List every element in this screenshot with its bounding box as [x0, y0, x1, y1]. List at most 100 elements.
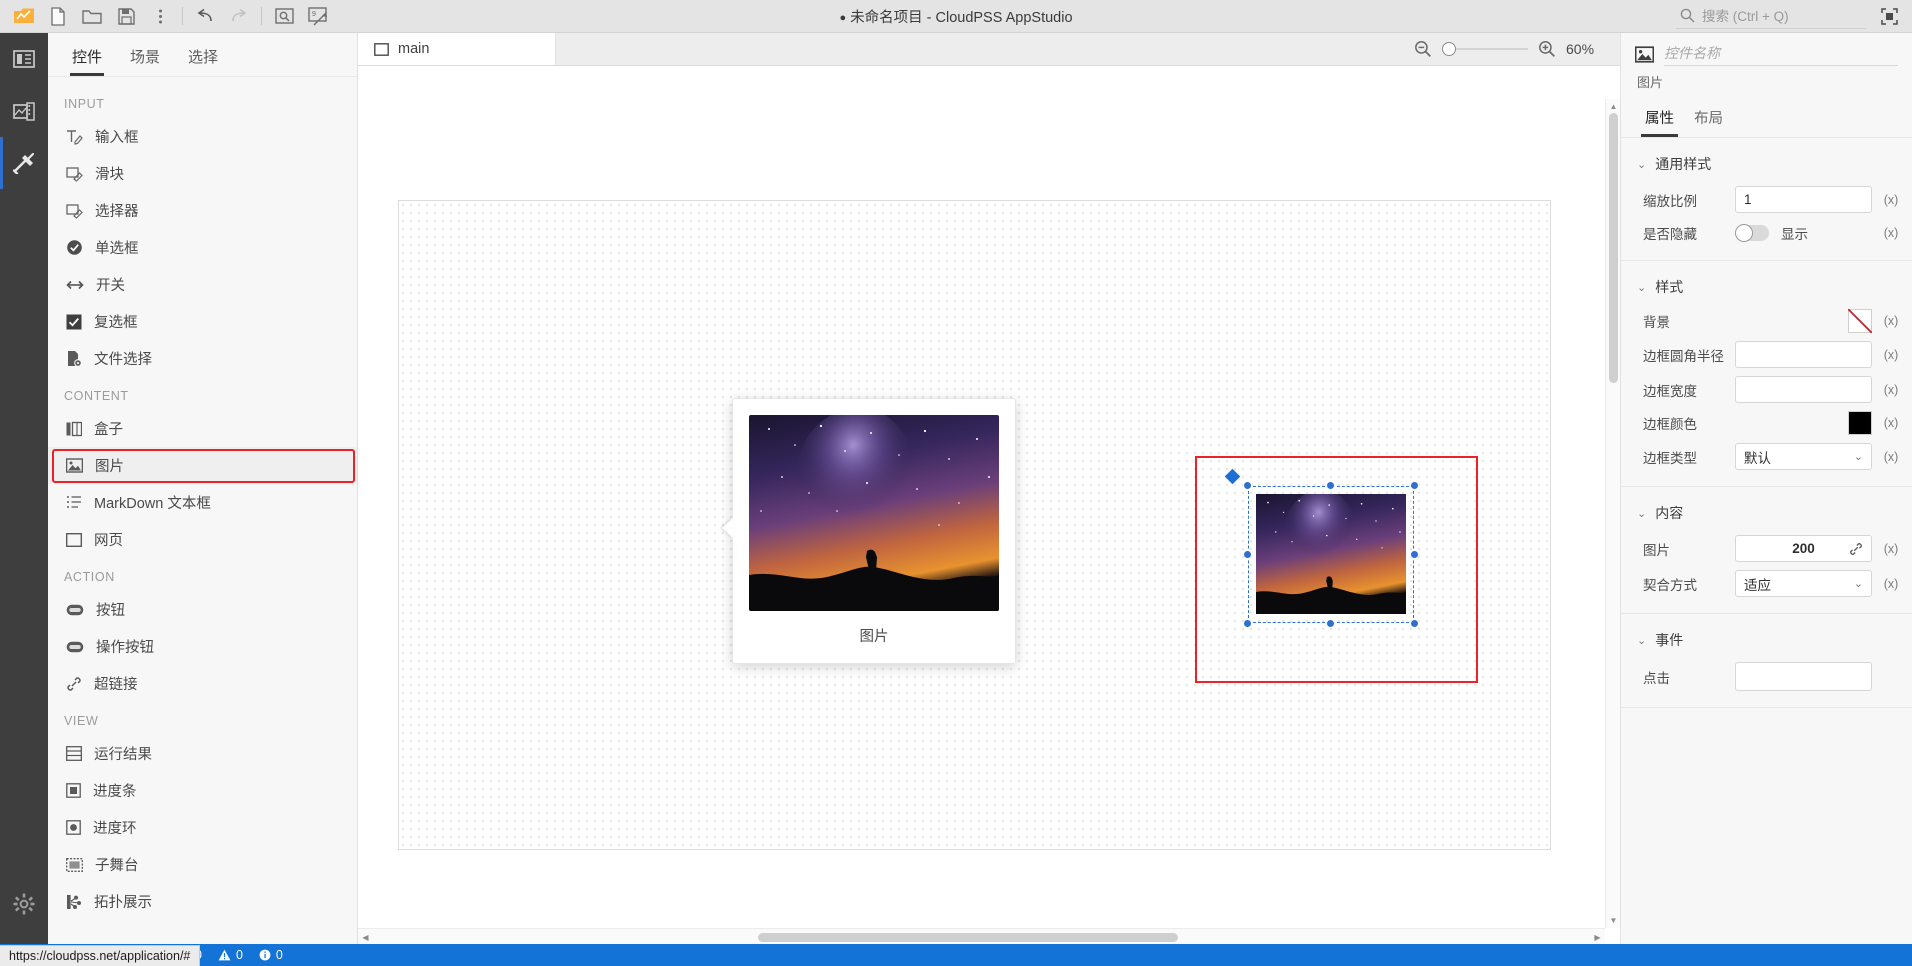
resize-handle-s[interactable] — [1326, 619, 1335, 628]
widget-item-result[interactable]: 运行结果 — [48, 735, 357, 772]
redo-icon[interactable] — [223, 2, 255, 30]
zoom-out-icon[interactable] — [1414, 40, 1432, 58]
global-search[interactable]: 搜索 (Ctrl + Q) — [1676, 3, 1866, 29]
widget-item-button[interactable]: 按钮 — [48, 591, 357, 628]
resize-handle-e[interactable] — [1410, 550, 1419, 559]
app-logo-icon[interactable] — [8, 2, 40, 30]
section-header-common-style[interactable]: ⌄ 通用样式 — [1621, 144, 1912, 182]
preview-icon[interactable] — [268, 2, 300, 30]
expression-toggle[interactable]: (x) — [1880, 193, 1902, 207]
open-folder-icon[interactable] — [76, 2, 108, 30]
visibility-toggle[interactable] — [1735, 223, 1769, 242]
resize-handle-ne[interactable] — [1410, 481, 1419, 490]
tab-widgets[interactable]: 控件 — [58, 46, 116, 76]
widget-item-markdown[interactable]: MarkDown 文本框 — [48, 484, 357, 521]
rail-explorer[interactable] — [0, 33, 48, 85]
status-warning-count[interactable]: 0 — [210, 944, 251, 966]
publish-icon[interactable]: 9 — [302, 2, 334, 30]
rail-resources[interactable] — [0, 85, 48, 137]
status-info-count[interactable]: 0 — [251, 944, 291, 966]
widget-item-box[interactable]: 盒子 — [48, 410, 357, 447]
widget-item-sub-stage[interactable]: 子舞台 — [48, 846, 357, 883]
widget-item-topology[interactable]: 拓扑展示 — [48, 883, 357, 920]
expression-toggle[interactable]: (x) — [1880, 450, 1902, 464]
resize-handle-se[interactable] — [1410, 619, 1419, 628]
widget-item-text-input[interactable]: 输入框 — [48, 118, 357, 155]
section-header-events[interactable]: ⌄ 事件 — [1621, 620, 1912, 658]
widget-item-label: 单选框 — [95, 241, 139, 257]
widget-item-image[interactable]: 图片 — [48, 447, 357, 484]
widget-name-input[interactable] — [1664, 43, 1898, 66]
scale-input[interactable] — [1735, 186, 1872, 213]
tab-properties[interactable]: 属性 — [1635, 107, 1684, 137]
toolbar: 9 — [0, 2, 334, 30]
maximize-window-icon[interactable] — [1876, 3, 1902, 29]
placed-image[interactable] — [1256, 494, 1406, 614]
canvas-horizontal-scrollbar[interactable]: ◀ ▶ — [358, 928, 1605, 944]
border-width-input[interactable] — [1735, 376, 1872, 403]
expression-toggle[interactable]: (x) — [1880, 348, 1902, 362]
widget-item-hyperlink[interactable]: 超链接 — [48, 665, 357, 702]
checkbox-icon — [66, 314, 82, 330]
canvas-area[interactable]: 图片 ▲ ▼ ◀ ▶ — [358, 66, 1620, 944]
prop-label: 缩放比例 — [1643, 193, 1697, 209]
section-title-text: 通用样式 — [1655, 156, 1712, 172]
widget-item-radio[interactable]: 单选框 — [48, 229, 357, 266]
rail-settings[interactable] — [0, 878, 48, 930]
prop-label: 点击 — [1643, 670, 1670, 686]
zoom-slider-knob[interactable] — [1442, 42, 1456, 56]
widget-item-checkbox[interactable]: 复选框 — [48, 303, 357, 340]
widget-item-webpage[interactable]: 网页 — [48, 521, 357, 558]
selected-widget[interactable] — [1243, 481, 1419, 628]
zoom-in-icon[interactable] — [1538, 40, 1556, 58]
resize-handle-w[interactable] — [1243, 550, 1252, 559]
scroll-down-arrow[interactable]: ▼ — [1606, 913, 1620, 928]
undo-icon[interactable] — [189, 2, 221, 30]
widget-list: INPUT 输入框 滑块 选择器 单选框 开关 复选框 文件选择 CONTENT… — [48, 77, 357, 944]
border-type-select[interactable]: 默认 ⌄ — [1735, 443, 1872, 470]
fit-mode-select[interactable]: 适应 ⌄ — [1735, 570, 1872, 597]
markdown-icon — [66, 495, 82, 510]
expression-toggle[interactable]: (x) — [1880, 314, 1902, 328]
more-options-icon[interactable] — [144, 2, 176, 30]
tab-select[interactable]: 选择 — [174, 46, 232, 76]
scene-tab-main[interactable]: main — [358, 33, 556, 65]
section-header-content[interactable]: ⌄ 内容 — [1621, 493, 1912, 531]
zoom-slider[interactable] — [1442, 41, 1528, 57]
vertical-scroll-thumb[interactable] — [1609, 113, 1618, 383]
resize-handle-nw[interactable] — [1243, 481, 1252, 490]
widget-item-action-button[interactable]: 操作按钮 — [48, 628, 357, 665]
widget-item-progress-bar[interactable]: 进度条 — [48, 772, 357, 809]
rail-widgets[interactable] — [0, 137, 48, 189]
background-color-swatch[interactable] — [1848, 309, 1872, 333]
scroll-left-arrow[interactable]: ◀ — [358, 929, 373, 944]
widget-item-slider[interactable]: 滑块 — [48, 155, 357, 192]
expression-toggle[interactable]: (x) — [1880, 416, 1902, 430]
scroll-right-arrow[interactable]: ▶ — [1590, 929, 1605, 944]
resize-handle-n[interactable] — [1326, 481, 1335, 490]
border-color-swatch[interactable] — [1848, 411, 1872, 435]
expression-toggle[interactable]: (x) — [1880, 542, 1902, 556]
new-file-icon[interactable] — [42, 2, 74, 30]
save-icon[interactable] — [110, 2, 142, 30]
click-event-input[interactable] — [1735, 662, 1872, 691]
section-header-style[interactable]: ⌄ 样式 — [1621, 267, 1912, 305]
scroll-up-arrow[interactable]: ▲ — [1606, 99, 1620, 114]
border-radius-input[interactable] — [1735, 341, 1872, 368]
tab-scenes[interactable]: 场景 — [116, 46, 174, 76]
canvas-vertical-scrollbar[interactable]: ▲ ▼ — [1605, 99, 1620, 928]
resize-handle-sw[interactable] — [1243, 619, 1252, 628]
progress-bar-icon — [66, 783, 81, 798]
widget-item-selector[interactable]: 选择器 — [48, 192, 357, 229]
horizontal-scroll-thumb[interactable] — [758, 933, 1178, 942]
expression-toggle[interactable]: (x) — [1880, 226, 1902, 240]
image-source-field[interactable]: 200 — [1735, 535, 1872, 562]
widget-item-file-picker[interactable]: 文件选择 — [48, 340, 357, 377]
main-body: 控件 场景 选择 INPUT 输入框 滑块 选择器 单选框 开关 复选框 文件选… — [0, 33, 1912, 944]
link-icon[interactable] — [1849, 542, 1863, 556]
widget-item-switch[interactable]: 开关 — [48, 266, 357, 303]
widget-item-progress-ring[interactable]: 进度环 — [48, 809, 357, 846]
expression-toggle[interactable]: (x) — [1880, 383, 1902, 397]
expression-toggle[interactable]: (x) — [1880, 577, 1902, 591]
tab-layout[interactable]: 布局 — [1684, 107, 1733, 137]
